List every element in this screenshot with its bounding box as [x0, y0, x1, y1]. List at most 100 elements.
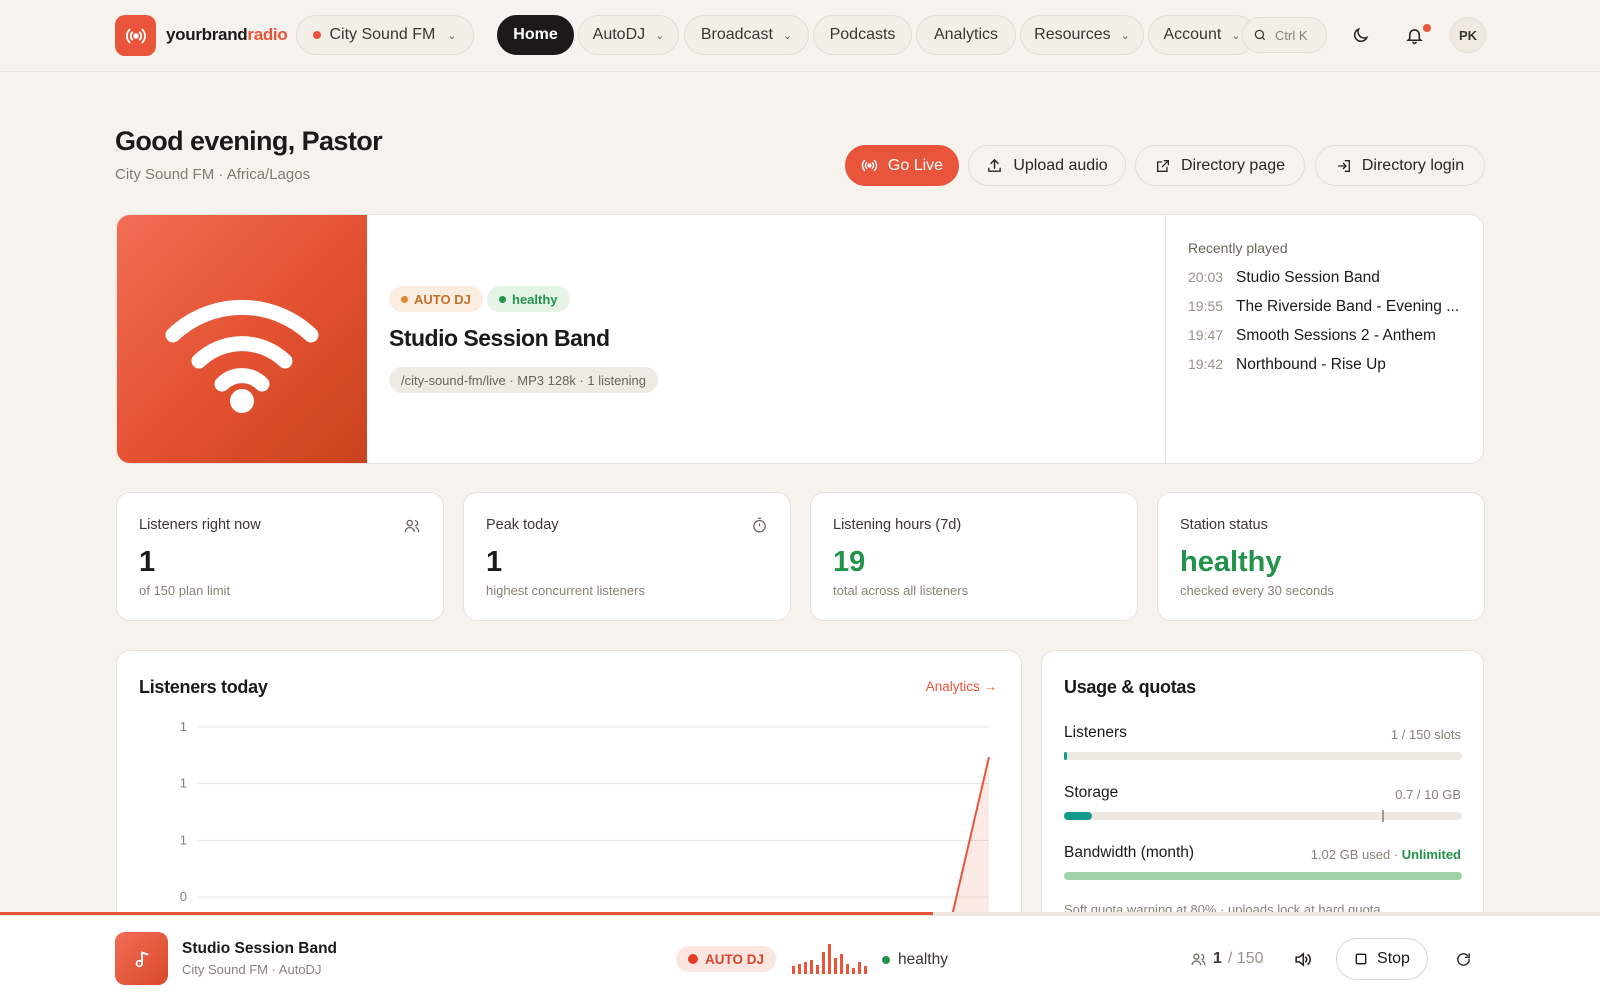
search-shortcut: Ctrl K — [1275, 27, 1308, 43]
stop-button[interactable]: Stop — [1336, 938, 1428, 980]
nav-resources[interactable]: Resources ⌄ — [1020, 15, 1144, 55]
brand-logo[interactable] — [115, 15, 156, 56]
track-time: 19:55 — [1188, 298, 1224, 314]
theme-toggle[interactable] — [1342, 17, 1378, 53]
stat-listeners-now: Listeners right now 1 of 150 plan limit — [116, 492, 444, 621]
live-dot-icon — [688, 954, 698, 964]
quota-value: 0.7 / 10 GB — [1395, 787, 1461, 802]
search-icon — [1254, 29, 1266, 41]
external-link-icon — [1156, 159, 1169, 172]
chevron-down-icon: ⌄ — [1120, 29, 1130, 42]
nav-home-label: Home — [513, 26, 558, 43]
track-name: Smooth Sessions 2 - Anthem — [1236, 327, 1436, 344]
stat-value: 1 — [139, 546, 156, 578]
stat-value: healthy — [1180, 546, 1282, 578]
quota-bar-storage — [1064, 810, 1462, 822]
station-selector[interactable]: City Sound FM ⌄ — [296, 15, 474, 55]
stat-subtext: total across all listeners — [833, 583, 969, 598]
stop-label: Stop — [1377, 950, 1410, 967]
chart-y-tick-label: 1 — [180, 776, 187, 791]
chevron-down-icon: ⌄ — [447, 29, 457, 42]
listeners-chart: 1 1 1 0 — [180, 719, 990, 939]
track-name: Studio Session Band — [1236, 269, 1380, 286]
player-mode-label: AUTO DJ — [705, 951, 765, 967]
avatar-initials: PK — [1458, 27, 1478, 43]
quota-label: Bandwidth (month) — [1064, 844, 1195, 861]
brand-name: yourbrandradio — [166, 25, 288, 45]
recently-played-title: Recently played — [1188, 240, 1288, 256]
player-health: healthy — [882, 951, 948, 969]
timer-icon — [753, 517, 766, 533]
quota-bar-listeners — [1064, 752, 1462, 760]
player-mode-badge: AUTO DJ — [676, 946, 777, 972]
stat-label: Listening hours (7d) — [833, 517, 962, 533]
brand-name-primary: yourbrand — [166, 25, 248, 44]
quota-fill — [1064, 752, 1067, 760]
stat-station-status: Station status healthy checked every 30 … — [1157, 492, 1485, 621]
now-playing-title: Studio Session Band — [389, 325, 610, 351]
volume-icon — [1294, 951, 1311, 967]
directory-page-button[interactable]: Directory page — [1135, 145, 1305, 186]
stat-value: 1 — [486, 546, 503, 578]
listener-count: 1 — [1213, 950, 1222, 967]
list-item: 19:47 Smooth Sessions 2 - Anthem — [1188, 327, 1468, 345]
nav-analytics[interactable]: Analytics — [916, 15, 1016, 55]
auto-dj-badge-label: AUTO DJ — [414, 291, 471, 307]
quota-value: 1 / 150 slots — [1390, 727, 1461, 742]
page-subtitle: City Sound FM · Africa/Lagos — [115, 166, 311, 183]
avatar[interactable]: PK — [1450, 17, 1486, 53]
quota-fill — [1064, 812, 1092, 820]
player-artwork — [115, 932, 168, 985]
stat-subtext: highest concurrent listeners — [486, 583, 645, 598]
list-item: 19:55 The Riverside Band - Evening ... — [1188, 298, 1468, 316]
nav-broadcast[interactable]: Broadcast ⌄ — [684, 15, 809, 55]
quota-fill — [1064, 872, 1462, 880]
upload-audio-button[interactable]: Upload audio — [968, 145, 1126, 186]
page-title: Good evening, Pastor — [115, 126, 383, 156]
wifi-signal-icon — [165, 299, 319, 413]
upload-icon — [988, 158, 1002, 172]
stat-subtext: checked every 30 seconds — [1180, 583, 1334, 598]
music-note-icon — [135, 950, 148, 967]
moon-icon — [1353, 27, 1368, 42]
chart-y-tick-label: 1 — [180, 832, 187, 847]
player-health-label: healthy — [898, 951, 948, 968]
stat-label: Station status — [1180, 517, 1268, 533]
refresh-icon — [1456, 952, 1470, 966]
player-listener-count: 1 / 150 — [1190, 950, 1264, 968]
bandwidth-used: 1.02 GB used — [1310, 847, 1391, 862]
stat-listening-hours: Listening hours (7d) 19 total across all… — [810, 492, 1138, 621]
notifications-button[interactable] — [1396, 17, 1432, 53]
bandwidth-unlimited: Unlimited — [1401, 847, 1461, 862]
go-live-button[interactable]: Go Live — [845, 145, 959, 186]
users-icon — [1191, 953, 1206, 965]
quota-bar-bandwidth — [1064, 872, 1462, 880]
nav-podcasts[interactable]: Podcasts — [813, 15, 912, 55]
track-name: Northbound - Rise Up — [1236, 356, 1386, 373]
chart-series-line — [197, 756, 990, 928]
search-button[interactable]: Ctrl K — [1242, 17, 1327, 53]
nav-autodj[interactable]: AutoDJ ⌄ — [578, 15, 679, 55]
quota-warning-marker — [1382, 810, 1385, 822]
go-live-label: Go Live — [887, 156, 944, 174]
nav-account[interactable]: Account ⌄ — [1148, 15, 1256, 55]
broadcast-icon — [125, 28, 146, 43]
nav-broadcast-label: Broadcast — [700, 26, 773, 43]
list-item: 20:03 Studio Session Band — [1188, 269, 1468, 287]
stat-peak-today: Peak today 1 highest concurrent listener… — [463, 492, 791, 621]
nav-home[interactable]: Home — [497, 15, 574, 55]
chart-y-tick-label: 1 — [180, 719, 187, 734]
bell-icon — [1405, 28, 1423, 44]
top-bar: yourbrandradio City Sound FM ⌄ Home Auto… — [0, 0, 1600, 72]
player-subtitle: City Sound FM · AutoDJ — [182, 962, 322, 977]
stat-value: 19 — [833, 546, 866, 578]
directory-login-button[interactable]: Directory login — [1315, 145, 1485, 186]
audio-level-meter — [792, 944, 867, 974]
track-time: 20:03 — [1188, 269, 1224, 285]
now-playing-artwork — [117, 215, 367, 463]
station-selector-label: City Sound FM — [329, 26, 436, 43]
refresh-button[interactable] — [1445, 941, 1481, 977]
separator: · — [1390, 847, 1402, 862]
volume-button[interactable] — [1284, 941, 1320, 977]
player-title: Studio Session Band — [182, 940, 338, 957]
